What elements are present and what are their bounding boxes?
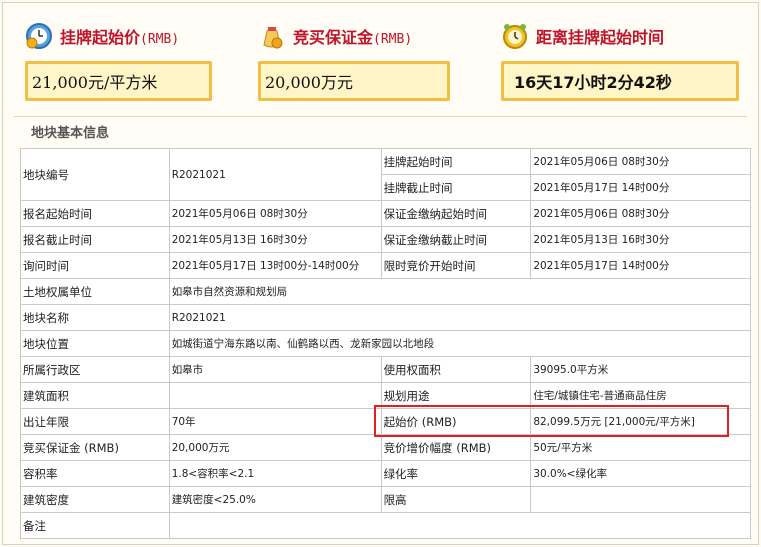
cell-value: 如皋市 [168, 356, 382, 383]
clock-dollar-icon [24, 21, 54, 51]
cell-key: 限时竞价开始时间 [380, 252, 532, 279]
cell-key: 容积率 [20, 460, 170, 487]
cell-value: 39095.0平方米 [530, 356, 751, 383]
cell-key: 报名截止时间 [20, 226, 170, 253]
section-title: 地块基本信息 [31, 126, 110, 141]
cell-value: 70年 [168, 408, 382, 435]
cell-key: 挂牌起始时间 [380, 148, 532, 175]
deposit-value: 20,000万元 [258, 61, 450, 101]
start-price-label: 挂牌起始价 [60, 28, 141, 47]
cell-key: 询问时间 [20, 252, 170, 279]
cell-key: 建筑密度 [20, 486, 170, 513]
cell-key: 保证金缴纳起始时间 [380, 200, 532, 227]
money-bag-icon [257, 21, 287, 51]
cell-value [168, 382, 382, 409]
cell-value: 2021年05月17日 13时00分-14时00分 [168, 252, 382, 279]
cell-key: 竞买保证金 (RMB) [20, 434, 170, 461]
cell-value: 2021年05月06日 08时30分 [168, 200, 382, 227]
alarm-clock-icon [500, 21, 530, 51]
cell-value: 82,099.5万元 [21,000元/平方米] [530, 408, 751, 435]
cell-key: 地块位置 [20, 330, 170, 357]
cell-value: R2021021 [168, 304, 752, 331]
deposit-label: 竞买保证金 [293, 28, 374, 47]
cell-key: 所属行政区 [20, 356, 170, 383]
countdown-value: 16天17小时2分42秒 [501, 61, 739, 101]
cell-key: 绿化率 [380, 460, 532, 487]
cell-key: 挂牌截止时间 [380, 174, 532, 201]
start-price-unit: (RMB) [140, 32, 180, 47]
cell-key: 地块编号 [20, 148, 170, 201]
cell-key: 起始价 (RMB) [380, 408, 532, 435]
cell-value [530, 486, 751, 513]
cell-key: 规划用途 [380, 382, 532, 409]
cell-value: 如皋市自然资源和规划局 [168, 278, 752, 305]
cell-value: 2021年05月06日 08时30分 [530, 148, 751, 175]
cell-key: 报名起始时间 [20, 200, 170, 227]
cell-value: 2021年05月17日 14时00分 [530, 174, 751, 201]
cell-value [168, 512, 752, 539]
start-price-value: 21,000元/平方米 [25, 61, 212, 101]
cell-value: 1.8<容积率<2.1 [168, 460, 382, 487]
cell-value: 建筑密度<25.0% [168, 486, 382, 513]
deposit-unit: (RMB) [373, 32, 413, 47]
cell-value: R2021021 [168, 148, 382, 201]
cell-value: 50元/平方米 [530, 434, 751, 461]
cell-value: 2021年05月13日 16时30分 [168, 226, 382, 253]
cell-value: 如城街道宁海东路以南、仙鹤路以西、龙新家园以北地段 [168, 330, 752, 357]
cell-key: 使用权面积 [380, 356, 532, 383]
cell-key: 土地权属单位 [20, 278, 170, 305]
cell-key: 建筑面积 [20, 382, 170, 409]
cell-key: 限高 [380, 486, 532, 513]
cell-value: 2021年05月13日 16时30分 [530, 226, 751, 253]
section-divider [14, 116, 747, 117]
cell-value: 2021年05月17日 14时00分 [530, 252, 751, 279]
cell-value: 2021年05月06日 08时30分 [530, 200, 751, 227]
cell-value: 30.0%<绿化率 [530, 460, 751, 487]
cell-key: 出让年限 [20, 408, 170, 435]
land-info-table: 地块编号 R2021021 挂牌起始时间 2021年05月06日 08时30分 … [20, 148, 752, 539]
cell-key: 地块名称 [20, 304, 170, 331]
cell-value: 住宅/城镇住宅-普通商品住房 [530, 382, 751, 409]
cell-key: 竞价增价幅度 (RMB) [380, 434, 532, 461]
cell-value: 20,000万元 [168, 434, 382, 461]
countdown-label: 距离挂牌起始时间 [536, 28, 665, 47]
cell-key: 备注 [20, 512, 170, 539]
cell-key: 保证金缴纳截止时间 [380, 226, 532, 253]
